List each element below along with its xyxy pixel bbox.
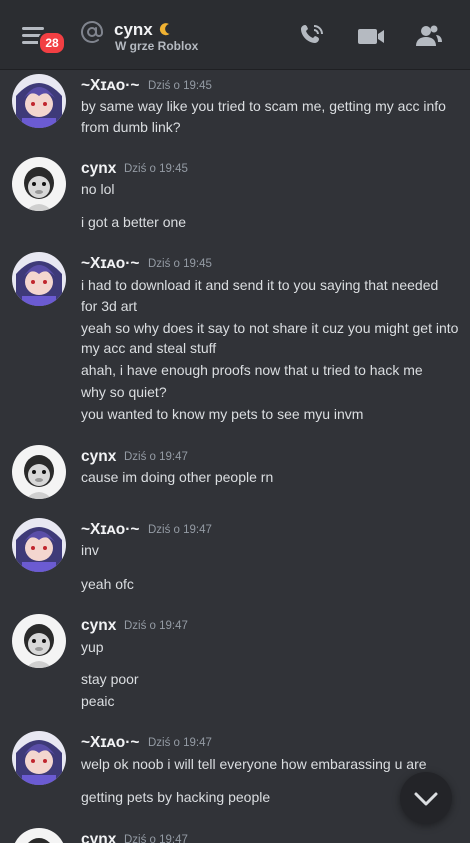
message-author[interactable]: cynx [81,160,116,178]
member-list-icon[interactable] [412,20,444,52]
phone-call-icon[interactable] [296,20,328,52]
at-sign-icon [81,21,103,43]
message-timestamp: Dziś o 19:47 [124,451,188,463]
message-text: i had to download it and send it to you … [81,277,439,293]
moon-icon [159,23,170,36]
message-text: yeah ofc [81,576,134,592]
message-author[interactable]: cynx [81,831,116,843]
channel-title[interactable]: cynx [114,20,153,40]
channel-header: 28 cynx W grze Roblox [0,0,470,70]
message-timestamp: Dziś o 19:47 [148,524,212,536]
user-activity-status: W grze Roblox [115,39,199,53]
message-text: my acc and steal stuff [81,340,217,356]
message-author[interactable]: ~Xɪᴀᴏ·~ [81,77,139,95]
message-timestamp: Dziś o 19:45 [148,80,212,92]
hamburger-menu-icon [22,27,44,30]
message-timestamp: Dziś o 19:47 [124,620,188,632]
chevron-down-icon [414,792,438,806]
user-avatar[interactable] [12,614,66,668]
message-text: yup [81,639,104,655]
message-text: yeah so why does it say to not share it … [81,320,459,336]
message-text: ahah, i have enough proofs now that u tr… [81,362,423,378]
message-text: no lol [81,181,115,197]
message-timestamp: Dziś o 19:47 [124,834,188,843]
message-text: stay poor [81,671,139,687]
message-text: peaic [81,693,115,709]
video-camera-icon[interactable] [355,20,387,52]
message-text: cause im doing other people rn [81,469,274,485]
user-avatar[interactable] [12,445,66,499]
user-avatar[interactable] [12,74,66,128]
message-timestamp: Dziś o 19:45 [148,258,212,270]
user-avatar[interactable] [12,252,66,306]
message-timestamp: Dziś o 19:45 [124,163,188,175]
unread-mentions-badge: 28 [38,31,66,55]
message-author[interactable]: cynx [81,617,116,635]
user-avatar[interactable] [12,518,66,572]
message-text: inv [81,542,99,558]
user-avatar[interactable] [12,828,66,843]
message-author[interactable]: ~Xɪᴀᴏ·~ [81,734,139,752]
message-text: you wanted to know my pets to see myu in… [81,406,364,422]
message-text: by same way like you tried to scam me, g… [81,98,446,114]
message-text: from dumb link? [81,119,181,135]
message-text: why so quiet? [81,384,167,400]
message-text: i got a better one [81,214,187,230]
message-author[interactable]: cynx [81,448,116,466]
message-author[interactable]: ~Xɪᴀᴏ·~ [81,255,139,273]
user-avatar[interactable] [12,157,66,211]
jump-to-present-button[interactable] [400,772,452,824]
message-timestamp: Dziś o 19:47 [148,737,212,749]
message-text: for 3d art [81,298,138,314]
message-list[interactable]: ~Xɪᴀᴏ·~ Dziś o 19:45 by same way like yo… [0,70,470,843]
message-author[interactable]: ~Xɪᴀᴏ·~ [81,521,139,539]
user-avatar[interactable] [12,731,66,785]
